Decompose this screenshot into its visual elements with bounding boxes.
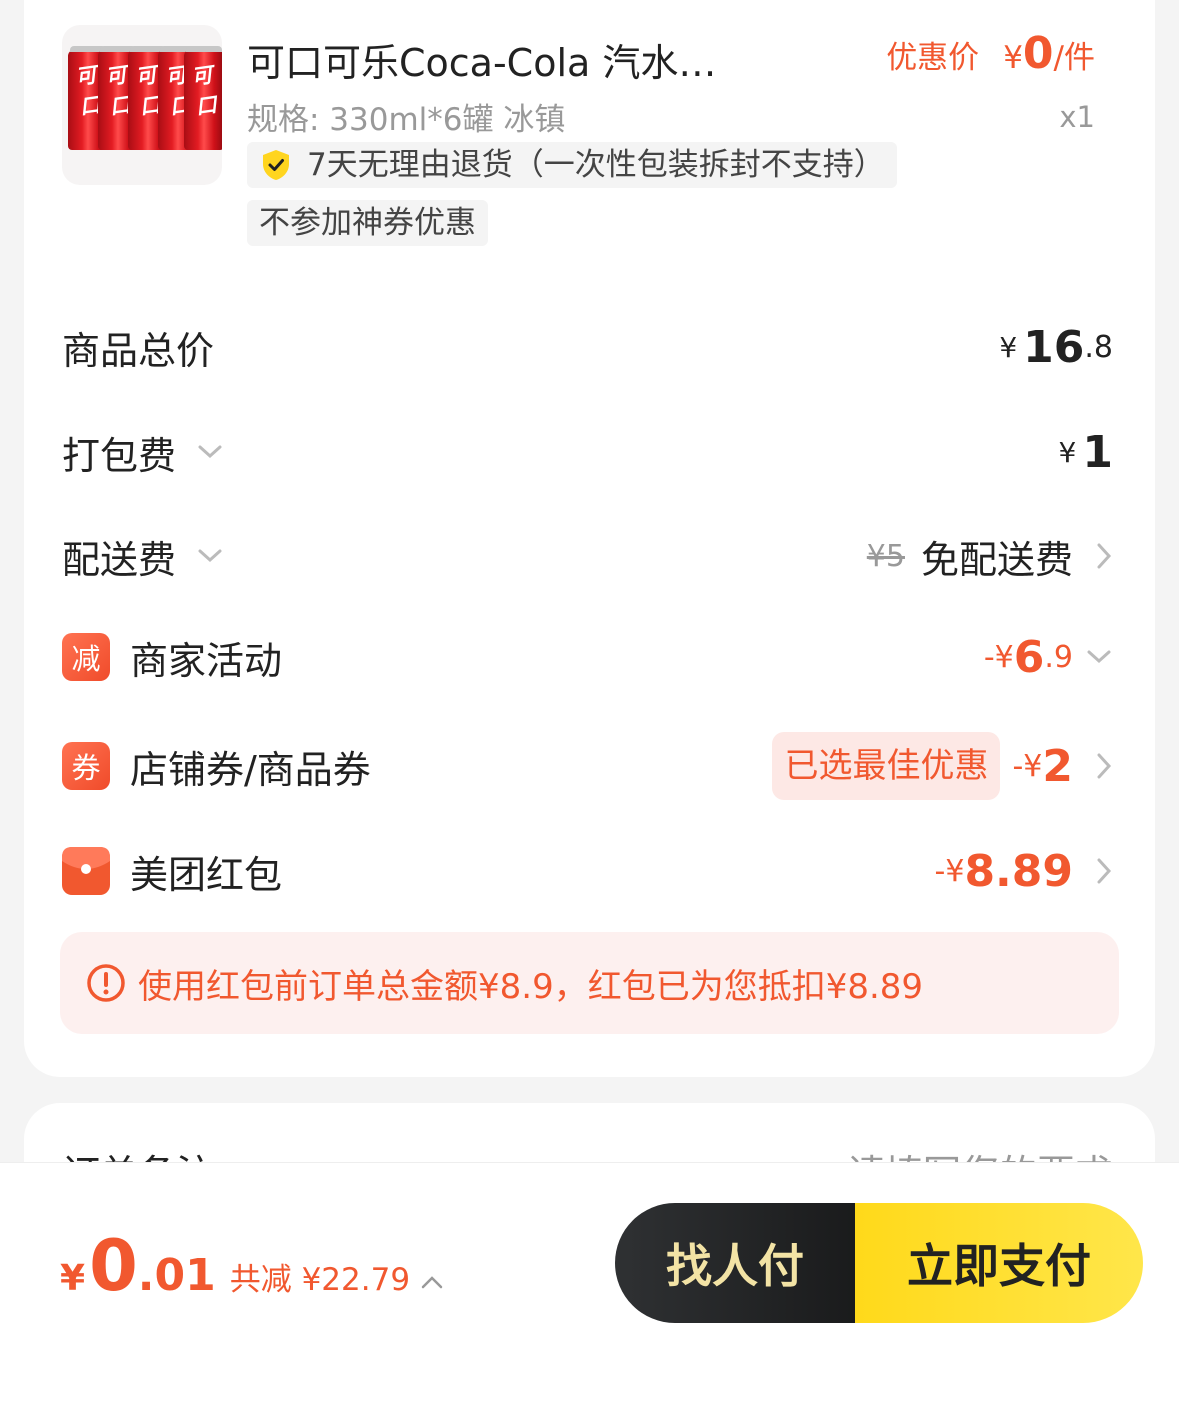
return-policy-tag: 7天无理由退货（一次性包装拆封不支持） (247, 142, 897, 188)
pay-button-group: 找人付 立即支付 (615, 1203, 1143, 1323)
product-title[interactable]: 可口可乐Coca-Cola 汽水… (247, 32, 716, 87)
order-summary-card: 可口 可口 可口 可口 可口 可口可乐Coca-Cola 汽水… 优惠价 ¥0/件… (24, 0, 1155, 1077)
coupon-int: 2 (1042, 740, 1073, 792)
store-coupon-value[interactable]: 已选最佳优惠 -¥ 2 (772, 732, 1113, 800)
notice-text: 使用红包前订单总金额¥8.9，红包已为您抵扣¥8.89 (138, 966, 924, 1007)
goods-total-value: ¥16.8 (999, 322, 1113, 373)
packing-fee-value: ¥1 (1059, 427, 1113, 478)
delivery-fee-value[interactable]: ¥5 免配送费 (867, 529, 1113, 584)
discount-badge-icon: 减 (62, 633, 110, 681)
can-logo-text: 可口 (189, 61, 219, 120)
price-unit: /件 (1053, 40, 1095, 76)
delivery-original-price: ¥5 (866, 538, 905, 574)
return-policy-text: 7天无理由退货（一次性包装拆封不支持） (307, 147, 885, 183)
packing-fee-int: 1 (1082, 426, 1113, 478)
packing-fee-currency: ¥ (1058, 435, 1077, 469)
merchant-activity-row[interactable]: 减 商家活动 -¥ 6.9 (62, 627, 1113, 687)
shield-check-icon (263, 150, 289, 180)
chevron-down-icon[interactable] (196, 546, 224, 566)
best-offer-badge: 已选最佳优惠 (772, 732, 1001, 800)
goods-total-dec: .8 (1084, 329, 1113, 365)
red-packet-label: 美团红包 (130, 852, 283, 897)
coupon-prefix: -¥ (1012, 748, 1043, 784)
red-packet-value[interactable]: -¥ 8.89 (935, 846, 1113, 897)
goods-total-row: 商品总价 ¥16.8 (62, 317, 1113, 377)
total-int: 0 (89, 1225, 138, 1307)
total-dec: .01 (137, 1250, 216, 1301)
chevron-right-icon[interactable] (1095, 541, 1113, 571)
store-coupon-label: 店铺券/商品券 (130, 747, 371, 792)
red-packet-notice: 使用红包前订单总金额¥8.9，红包已为您抵扣¥8.89 (60, 932, 1119, 1034)
chevron-right-icon[interactable] (1095, 751, 1113, 781)
goods-total-label: 商品总价 (62, 328, 215, 373)
price-value: 0 (1022, 28, 1054, 79)
total-saved[interactable]: 共减 ¥22.79 (230, 1254, 410, 1299)
pay-now-button[interactable]: 立即支付 (855, 1203, 1143, 1323)
redpack-prefix: -¥ (934, 853, 965, 889)
chevron-right-icon[interactable] (1095, 856, 1113, 886)
goods-total-currency: ¥ (999, 330, 1018, 364)
packing-fee-row[interactable]: 打包费 ¥1 (62, 422, 1113, 482)
delivery-free-text: 免配送费 (920, 537, 1073, 582)
merchant-activity-label: 商家活动 (130, 638, 283, 683)
delivery-fee-row[interactable]: 配送费 ¥5 免配送费 (62, 526, 1113, 586)
store-coupon-row[interactable]: 券 店铺券/商品券 已选最佳优惠 -¥ 2 (62, 732, 1113, 800)
redpack-int: 8.89 (964, 845, 1073, 897)
price-currency: ¥ (1003, 40, 1023, 76)
product-thumbnail[interactable]: 可口 可口 可口 可口 可口 (62, 25, 222, 185)
ask-friend-pay-button[interactable]: 找人付 (615, 1203, 855, 1323)
payable-total: ¥0.01 共减 ¥22.79 (60, 1225, 444, 1307)
red-packet-row[interactable]: 美团红包 -¥ 8.89 (62, 841, 1113, 901)
price-label: 优惠价 (886, 40, 980, 76)
chevron-up-icon[interactable] (420, 1274, 444, 1290)
merchant-prefix: -¥ (983, 639, 1014, 675)
can-image: 可口 (184, 46, 222, 150)
chevron-down-icon[interactable] (1085, 647, 1113, 667)
warning-icon (87, 964, 125, 1002)
product-price: 优惠价 ¥0/件 (886, 28, 1095, 79)
product-spec: 规格: 330ml*6罐 冰镇 (247, 102, 566, 138)
merchant-int: 6 (1013, 631, 1045, 683)
checkout-bar: ¥0.01 共减 ¥22.79 找人付 立即支付 (0, 1162, 1179, 1423)
merchant-activity-value[interactable]: -¥ 6.9 (984, 632, 1113, 683)
chevron-down-icon[interactable] (196, 442, 224, 462)
no-coupon-tag: 不参加神券优惠 (247, 200, 488, 246)
goods-total-int: 16 (1023, 321, 1085, 373)
product-quantity: x1 (1059, 100, 1095, 134)
merchant-dec: .9 (1044, 639, 1073, 675)
delivery-fee-label: 配送费 (62, 537, 177, 582)
total-currency: ¥ (60, 1258, 86, 1299)
coupon-badge-icon: 券 (62, 742, 110, 790)
packing-fee-label: 打包费 (62, 433, 177, 478)
red-envelope-icon (62, 847, 110, 895)
